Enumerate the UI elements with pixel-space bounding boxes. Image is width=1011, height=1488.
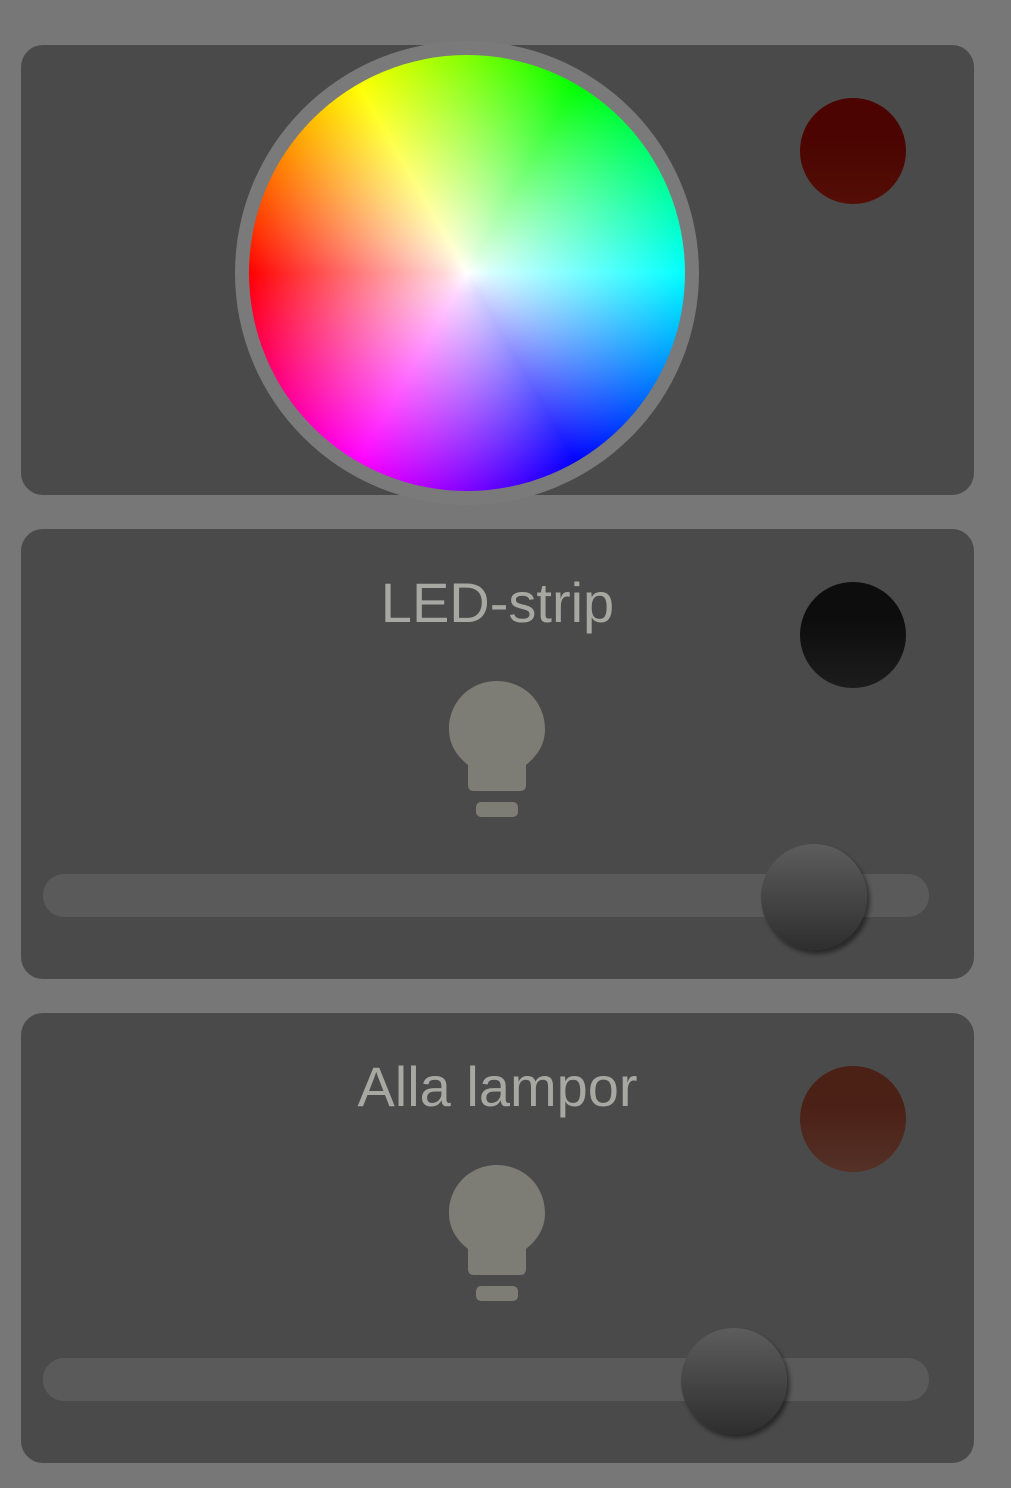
color-swatch-button[interactable]	[800, 98, 906, 204]
lightbulb-icon[interactable]	[447, 1165, 547, 1305]
color-swatch-button[interactable]	[800, 1066, 906, 1172]
color-wheel-picker[interactable]	[235, 41, 699, 505]
slider-handle[interactable]	[681, 1328, 788, 1434]
brightness-slider[interactable]	[43, 1328, 929, 1434]
led-strip-card: LED-strip	[21, 529, 974, 979]
brightness-slider[interactable]	[43, 844, 929, 950]
color-swatch-button[interactable]	[800, 582, 906, 688]
slider-handle[interactable]	[760, 844, 867, 950]
lightbulb-icon[interactable]	[447, 681, 547, 821]
color-wheel[interactable]	[249, 55, 685, 491]
all-lamps-card: Alla lampor	[21, 1013, 974, 1463]
